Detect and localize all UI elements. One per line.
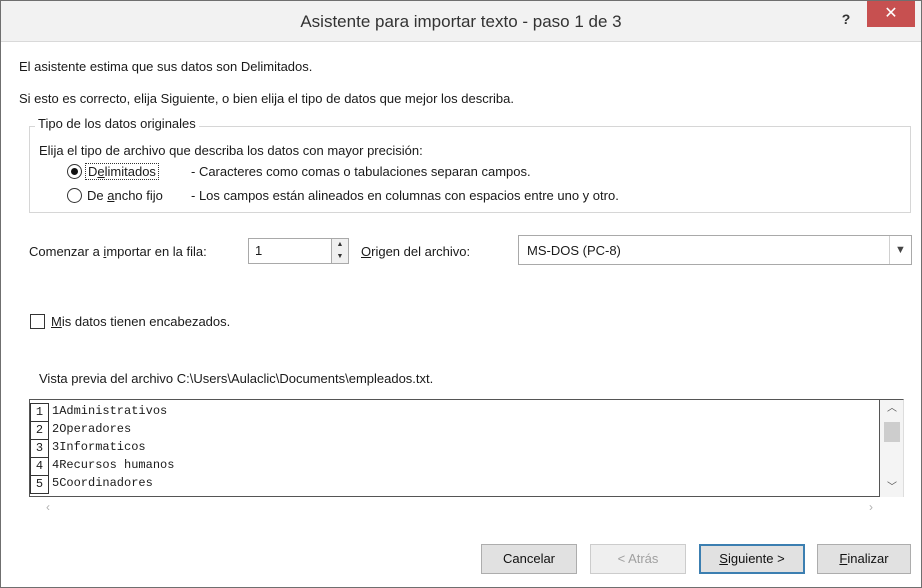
radio-fixed-width-label[interactable]: De ancho fijo	[87, 188, 163, 203]
origin-label: Origen del archivo:	[361, 244, 470, 259]
origin-select[interactable]: MS-DOS (PC-8) ▼	[518, 235, 912, 265]
row-text: 5Coordinadores	[52, 476, 153, 490]
close-button[interactable]: ✕	[867, 1, 915, 27]
dialog-title: Asistente para importar texto - paso 1 d…	[300, 12, 622, 31]
label-part: D	[88, 164, 98, 179]
label-part: inalizar	[847, 551, 889, 566]
headers-checkbox[interactable]	[30, 314, 45, 329]
label-part: iguiente >	[727, 551, 785, 566]
scroll-thumb[interactable]	[884, 422, 900, 442]
start-row-label: Comenzar a importar en la fila:	[29, 244, 207, 259]
file-preview[interactable]: 1 1Administrativos 2 2Operadores 3 3Info…	[29, 399, 880, 497]
delimited-description: - Caracteres como comas o tabulaciones s…	[191, 164, 531, 179]
intro-line-2: Si esto es correcto, elija Siguiente, o …	[19, 91, 515, 106]
fixed-width-description: - Los campos están alineados en columnas…	[191, 188, 619, 203]
preview-label: Vista previa del archivo C:\Users\Aulacl…	[39, 371, 434, 386]
intro-line-1: El asistente estima que sus datos son De…	[19, 59, 313, 74]
chevron-down-icon[interactable]: ▼	[889, 236, 911, 264]
row-number: 1	[30, 403, 49, 422]
radio-delimited-label[interactable]: Delimitados	[85, 163, 159, 180]
label-part: mportar en la fila:	[106, 244, 207, 259]
radio-fixed-width[interactable]	[67, 188, 82, 203]
access-key: S	[719, 551, 728, 566]
origin-value: MS-DOS (PC-8)	[527, 243, 621, 258]
help-button[interactable]: ?	[829, 7, 863, 31]
data-type-prompt: Elija el tipo de archivo que describa lo…	[39, 143, 423, 158]
label-part: is datos tienen encabezados.	[61, 314, 231, 329]
title-bar: Asistente para importar texto - paso 1 d…	[1, 1, 921, 42]
preview-vertical-scrollbar[interactable]: ︿ ﹀	[880, 399, 904, 497]
row-number: 5	[30, 475, 49, 494]
spin-down-icon[interactable]: ▼	[332, 251, 348, 263]
import-wizard-dialog: Asistente para importar texto - paso 1 d…	[0, 0, 922, 588]
label-part: Comenzar a	[29, 244, 104, 259]
access-key: O	[361, 244, 372, 259]
row-text: 4Recursos humanos	[52, 458, 175, 472]
label-part: De	[87, 188, 108, 203]
label-part: limitados	[104, 164, 156, 179]
row-text: 1Administrativos	[52, 404, 168, 418]
label-part: rigen del archivo:	[371, 244, 471, 259]
headers-checkbox-label[interactable]: Mis datos tienen encabezados.	[51, 314, 230, 329]
start-row-stepper[interactable]: ▲ ▼	[332, 238, 349, 264]
spin-up-icon[interactable]: ▲	[332, 239, 348, 251]
finish-button[interactable]: Finalizar	[817, 544, 911, 574]
row-text: 2Operadores	[52, 422, 132, 436]
preview-horizontal-scrollbar[interactable]: ‹ ›	[29, 498, 880, 520]
chevron-right-icon[interactable]: ›	[862, 500, 880, 518]
chevron-left-icon[interactable]: ‹	[39, 500, 57, 518]
row-number: 2	[30, 421, 49, 440]
label-part: ncho fijo	[114, 188, 163, 203]
radio-delimited[interactable]	[67, 164, 82, 179]
cancel-button[interactable]: Cancelar	[481, 544, 577, 574]
next-button[interactable]: Siguiente >	[699, 544, 805, 574]
row-text: 3Informaticos	[52, 440, 146, 454]
data-type-legend: Tipo de los datos originales	[35, 116, 199, 131]
start-row-input[interactable]: 1	[248, 238, 332, 264]
chevron-down-icon[interactable]: ﹀	[880, 479, 904, 497]
access-key: M	[51, 314, 62, 329]
access-key: e	[97, 164, 105, 179]
row-number: 4	[30, 457, 49, 476]
back-button[interactable]: < Atrás	[590, 544, 686, 574]
row-number: 3	[30, 439, 49, 458]
chevron-up-icon[interactable]: ︿	[880, 400, 904, 418]
